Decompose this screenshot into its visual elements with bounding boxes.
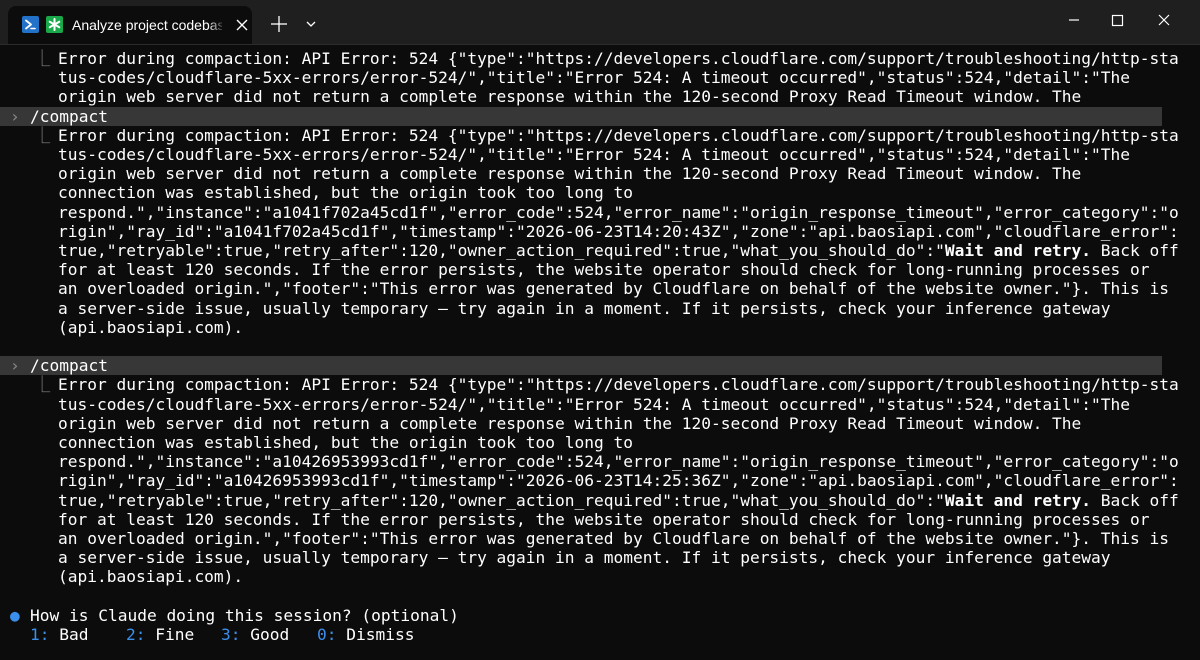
tree-branch: ⎿ [34, 49, 51, 68]
minimize-icon[interactable] [1051, 0, 1097, 40]
output-line: tus-codes/cloudflare-5xx-errors/error-52… [58, 394, 1131, 414]
feedback-option-good[interactable]: 3: Good [221, 625, 289, 644]
output-line: tus-codes/cloudflare-5xx-errors/error-52… [58, 68, 1131, 88]
feedback-question-row: ● How is Claude doing this session? (opt… [0, 605, 459, 625]
bullet-dot-icon: ● [10, 605, 20, 625]
output-line: rigin","ray_id":"a1041f702a45cd1f","time… [58, 221, 1179, 241]
prompt-command: /compact [30, 356, 108, 376]
output-line: connection was established, but the orig… [58, 183, 633, 203]
output-line: origin web server did not return a compl… [58, 164, 1082, 184]
output-line: respond.","instance":"a10426953993cd1f",… [58, 452, 1179, 472]
output-line: respond.","instance":"a1041f702a45cd1f",… [58, 202, 1179, 222]
plus-icon[interactable] [266, 12, 292, 38]
feedback-options: 1: Bad 2: Fine 3: Good 0: Dismiss [0, 625, 1200, 644]
output-line: ⎿ Error during compaction: API Error: 52… [34, 375, 1179, 395]
prompt-row[interactable]: › /compact [0, 106, 1162, 126]
feedback-option-bad[interactable]: 1: Bad [30, 625, 89, 644]
tab-title-fade [208, 12, 226, 38]
output-line: rigin","ray_id":"a10426953993cd1f","time… [58, 471, 1179, 491]
tab-active[interactable]: Analyze project codebase s [8, 6, 252, 44]
output-line: connection was established, but the orig… [58, 433, 633, 452]
terminal-output[interactable]: ⎿ Error during compaction: API Error: 52… [0, 45, 1200, 660]
tree-branch: ⎿ [34, 125, 51, 145]
output-line: origin web server did not return a compl… [58, 413, 1082, 433]
output-line: (api.baosiapi.com). [58, 317, 244, 337]
maximize-icon[interactable] [1095, 0, 1141, 40]
title-bar: Analyze project codebase s [0, 0, 1200, 45]
output-line: true,"retryable":true,"retry_after":120,… [58, 241, 1179, 260]
prompt-command: /compact [30, 106, 108, 126]
close-icon[interactable] [232, 15, 252, 35]
prompt-chevron-icon: › [10, 106, 20, 126]
output-line: a server-side issue, usually temporary –… [58, 298, 1111, 318]
output-line: true,"retryable":true,"retry_after":120,… [58, 490, 1179, 510]
prompt-chevron-icon: › [10, 356, 20, 376]
output-line: ⎿ Error during compaction: API Error: 52… [34, 49, 1179, 68]
output-line: (api.baosiapi.com). [58, 567, 244, 587]
chevron-down-icon[interactable] [300, 12, 322, 38]
output-line: a server-side issue, usually temporary –… [58, 548, 1111, 568]
output-line: for at least 120 seconds. If the error p… [58, 260, 1150, 280]
output-line: an overloaded origin.","footer":"This er… [58, 279, 1170, 299]
window-close-icon[interactable] [1141, 0, 1187, 40]
output-line: an overloaded origin.","footer":"This er… [58, 529, 1170, 548]
feedback-question: How is Claude doing this session? (optio… [30, 605, 459, 625]
tree-branch: ⎿ [34, 375, 51, 395]
asterisk-icon [46, 16, 63, 33]
powershell-icon [22, 16, 39, 33]
feedback-option-fine[interactable]: 2: Fine [126, 625, 194, 644]
feedback-option-dismiss[interactable]: 0: Dismiss [317, 625, 414, 644]
terminal-window: Analyze project codebase s [0, 0, 1200, 660]
output-line: tus-codes/cloudflare-5xx-errors/error-52… [58, 145, 1131, 164]
prompt-row[interactable]: › /compact [0, 356, 1162, 376]
output-line: ⎿ Error during compaction: API Error: 52… [34, 125, 1179, 145]
output-line: for at least 120 seconds. If the error p… [58, 509, 1150, 529]
output-line: origin web server did not return a compl… [58, 87, 1082, 107]
tab-title: Analyze project codebase s [72, 17, 222, 33]
